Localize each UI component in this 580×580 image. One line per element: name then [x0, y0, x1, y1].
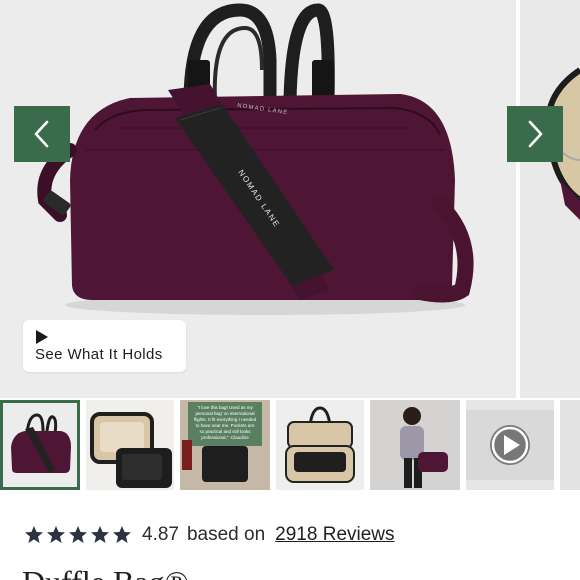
- thumbnail-bag-open-inside[interactable]: [276, 400, 364, 490]
- star-icon: [113, 526, 131, 543]
- next-product-image-peek: [520, 0, 580, 398]
- svg-text:personal bag' on international: personal bag' on international: [196, 411, 255, 416]
- rating-value: 4.87: [142, 524, 179, 545]
- star-icon: [69, 526, 87, 543]
- product-title: Duffle Bag®: [22, 564, 189, 580]
- thumbnail-customer-quote[interactable]: "I love this bag! Used as my personal ba…: [180, 400, 270, 490]
- svg-text:to have near me. Pockets are: to have near me. Pockets are: [196, 423, 255, 428]
- product-gallery: NOMAD LANE NOMAD LANE See What It Holds: [0, 0, 580, 398]
- chevron-left-icon: [34, 120, 49, 148]
- thumbnail-video[interactable]: [466, 400, 554, 490]
- svg-text:so practical and still looks: so practical and still looks: [199, 429, 251, 434]
- thumbnail-partial[interactable]: [560, 400, 580, 490]
- reviews-link[interactable]: 2918 Reviews: [275, 524, 394, 546]
- previous-image-button[interactable]: [14, 106, 70, 162]
- star-icon: [25, 526, 43, 543]
- star-icon: [47, 526, 65, 543]
- rating-based-on-text: based on: [186, 524, 266, 545]
- svg-text:professional." -Claudine: professional." -Claudine: [201, 435, 249, 440]
- see-what-it-holds-button[interactable]: See What It Holds: [23, 320, 186, 372]
- rating-summary: 4.87 based on 2918 Reviews: [24, 520, 395, 550]
- thumbnail-bag-front[interactable]: [0, 400, 80, 490]
- see-what-it-holds-label: See What It Holds: [35, 346, 163, 363]
- next-image-button[interactable]: [507, 106, 563, 162]
- thumbnail-bag-open-top[interactable]: [86, 400, 174, 490]
- thumbnail-model-with-bag[interactable]: [370, 400, 460, 490]
- thumbnail-strip: "I love this bag! Used as my personal ba…: [0, 400, 580, 492]
- svg-text:"I love this bag! Used as my: "I love this bag! Used as my: [197, 405, 253, 410]
- star-icon: [91, 526, 109, 543]
- chevron-right-icon: [528, 120, 543, 148]
- play-icon: [36, 330, 48, 344]
- star-rating: [24, 525, 132, 545]
- svg-text:flights. It fit everything I n: flights. It fit everything I needed: [194, 417, 257, 422]
